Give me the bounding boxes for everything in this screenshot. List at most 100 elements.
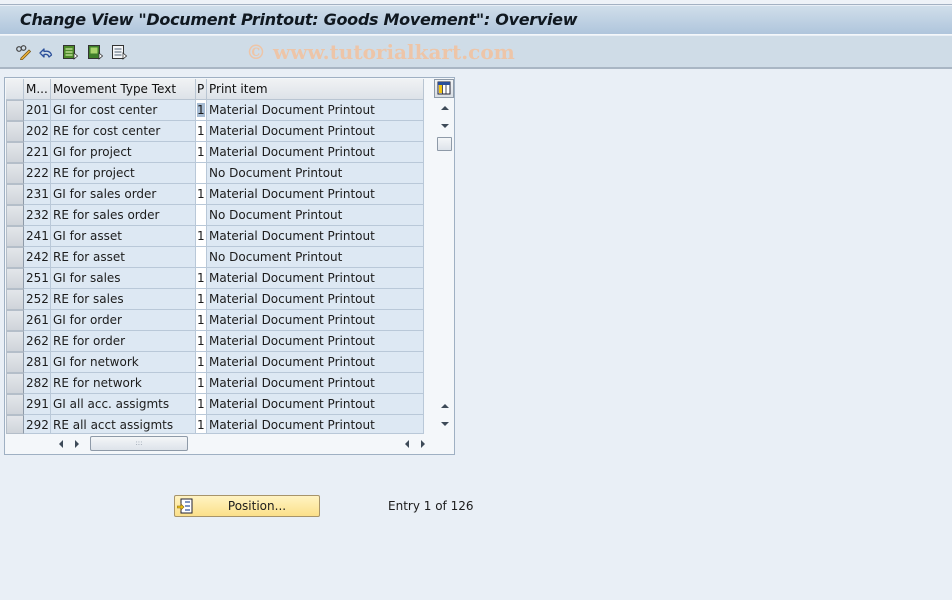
arrow-up-icon xyxy=(441,106,449,110)
cell-print-item: Material Document Printout xyxy=(207,268,424,289)
cell-movement-type: 231 xyxy=(24,184,51,205)
column-header-movement-type[interactable]: M... xyxy=(24,79,51,100)
scroll-up-button[interactable] xyxy=(437,100,453,116)
print-indicator-value: 1 xyxy=(197,124,205,138)
print-indicator-value: 1 xyxy=(197,376,205,390)
print-indicator-value: 1 xyxy=(197,418,205,432)
select-block-icon[interactable] xyxy=(87,44,104,60)
cell-print-indicator-input[interactable]: 1 xyxy=(196,268,207,289)
cell-print-indicator-input[interactable]: 1 xyxy=(196,289,207,310)
cell-print-indicator-input[interactable]: 1 xyxy=(196,310,207,331)
row-selector[interactable] xyxy=(6,184,24,205)
column-header-movement-type-text[interactable]: Movement Type Text xyxy=(51,79,196,100)
print-indicator-value: 1 xyxy=(197,229,205,243)
cell-print-item: No Document Printout xyxy=(207,163,424,184)
row-selector[interactable] xyxy=(6,100,24,121)
cell-movement-type-text: GI for sales order xyxy=(51,184,196,205)
page-title: Change View "Document Printout: Goods Mo… xyxy=(20,10,578,29)
cell-movement-type-text: GI for network xyxy=(51,352,196,373)
cell-print-indicator-input[interactable] xyxy=(196,247,207,268)
cell-movement-type: 291 xyxy=(24,394,51,415)
cell-print-item: Material Document Printout xyxy=(207,415,424,434)
cell-movement-type: 241 xyxy=(24,226,51,247)
row-selector[interactable] xyxy=(6,142,24,163)
cell-movement-type-text: RE for network xyxy=(51,373,196,394)
select-all-icon[interactable] xyxy=(62,44,79,60)
horizontal-scroll-thumb[interactable]: ::: xyxy=(90,436,188,451)
cell-movement-type: 202 xyxy=(24,121,51,142)
cell-print-item: Material Document Printout xyxy=(207,142,424,163)
scroll-up-bottom-button[interactable] xyxy=(437,398,453,414)
print-indicator-value: 1 xyxy=(197,145,205,159)
row-selector[interactable] xyxy=(6,394,24,415)
cell-print-indicator-input[interactable] xyxy=(196,205,207,226)
application-toolbar: © www.tutorialkart.com xyxy=(0,36,952,69)
row-selector[interactable] xyxy=(6,310,24,331)
cell-movement-type: 282 xyxy=(24,373,51,394)
vertical-scroll-thumb[interactable] xyxy=(437,137,452,151)
cell-print-item: Material Document Printout xyxy=(207,100,424,121)
row-selector[interactable] xyxy=(6,247,24,268)
scroll-left-button[interactable] xyxy=(53,436,69,452)
print-indicator-value: 1 xyxy=(197,397,205,411)
cell-print-indicator-input[interactable]: 1 xyxy=(196,100,207,121)
arrow-right-icon xyxy=(75,440,79,448)
row-selector[interactable] xyxy=(6,268,24,289)
undo-icon[interactable] xyxy=(38,44,54,60)
cell-movement-type-text: GI for project xyxy=(51,142,196,163)
cell-print-item: Material Document Printout xyxy=(207,331,424,352)
cell-print-item: Material Document Printout xyxy=(207,184,424,205)
column-header-print-item[interactable]: Print item xyxy=(207,79,424,100)
entry-info: Entry 1 of 126 xyxy=(388,499,474,513)
horizontal-scrollbar[interactable]: ::: xyxy=(5,434,435,454)
row-selector[interactable] xyxy=(6,121,24,142)
cell-movement-type-text: GI for sales xyxy=(51,268,196,289)
deselect-all-icon[interactable] xyxy=(111,44,128,60)
row-selector[interactable] xyxy=(6,226,24,247)
cell-print-indicator-input[interactable]: 1 xyxy=(196,373,207,394)
print-indicator-value: 1 xyxy=(197,271,205,285)
row-selector[interactable] xyxy=(6,163,24,184)
cell-print-item: Material Document Printout xyxy=(207,289,424,310)
cell-print-indicator-input[interactable]: 1 xyxy=(196,226,207,247)
scroll-right-right-pane-button[interactable] xyxy=(415,436,431,452)
cell-print-indicator-input[interactable]: 1 xyxy=(196,121,207,142)
scroll-left-right-pane-button[interactable] xyxy=(399,436,415,452)
row-selector[interactable] xyxy=(6,205,24,226)
row-selector[interactable] xyxy=(6,373,24,394)
scroll-right-button[interactable] xyxy=(69,436,85,452)
cell-movement-type: 221 xyxy=(24,142,51,163)
row-selector[interactable] xyxy=(6,331,24,352)
cell-movement-type: 232 xyxy=(24,205,51,226)
cell-print-indicator-input[interactable]: 1 xyxy=(196,142,207,163)
cell-print-indicator-input[interactable]: 1 xyxy=(196,352,207,373)
cell-print-indicator-input[interactable] xyxy=(196,163,207,184)
cell-print-indicator-input[interactable]: 1 xyxy=(196,415,207,434)
cell-movement-type: 201 xyxy=(24,100,51,121)
arrow-down-icon xyxy=(441,124,449,128)
cell-movement-type-text: RE all acct assigmts xyxy=(51,415,196,434)
cell-movement-type-text: GI for order xyxy=(51,310,196,331)
cell-print-indicator-input[interactable]: 1 xyxy=(196,184,207,205)
vertical-scroll-track[interactable] xyxy=(437,153,453,396)
cell-print-indicator-input[interactable]: 1 xyxy=(196,331,207,352)
column-header-p[interactable]: P xyxy=(196,79,207,100)
cell-movement-type-text: RE for asset xyxy=(51,247,196,268)
cell-movement-type-text: RE for cost center xyxy=(51,121,196,142)
row-selector[interactable] xyxy=(6,352,24,373)
position-button[interactable]: Position... xyxy=(174,495,320,517)
arrow-left-icon xyxy=(59,440,63,448)
scroll-down-bottom-button[interactable] xyxy=(437,416,453,432)
cell-print-item: Material Document Printout xyxy=(207,352,424,373)
cell-print-indicator-input[interactable]: 1 xyxy=(196,394,207,415)
display-change-icon[interactable] xyxy=(15,44,32,61)
row-selector[interactable] xyxy=(6,415,24,434)
cell-movement-type-text: RE for sales order xyxy=(51,205,196,226)
watermark: © www.tutorialkart.com xyxy=(246,40,515,64)
scroll-down-button[interactable] xyxy=(437,118,453,134)
row-selector[interactable] xyxy=(6,289,24,310)
cell-print-item: Material Document Printout xyxy=(207,373,424,394)
cell-movement-type: 262 xyxy=(24,331,51,352)
column-settings-button[interactable] xyxy=(434,79,454,98)
select-all-rows-button[interactable] xyxy=(6,79,24,100)
